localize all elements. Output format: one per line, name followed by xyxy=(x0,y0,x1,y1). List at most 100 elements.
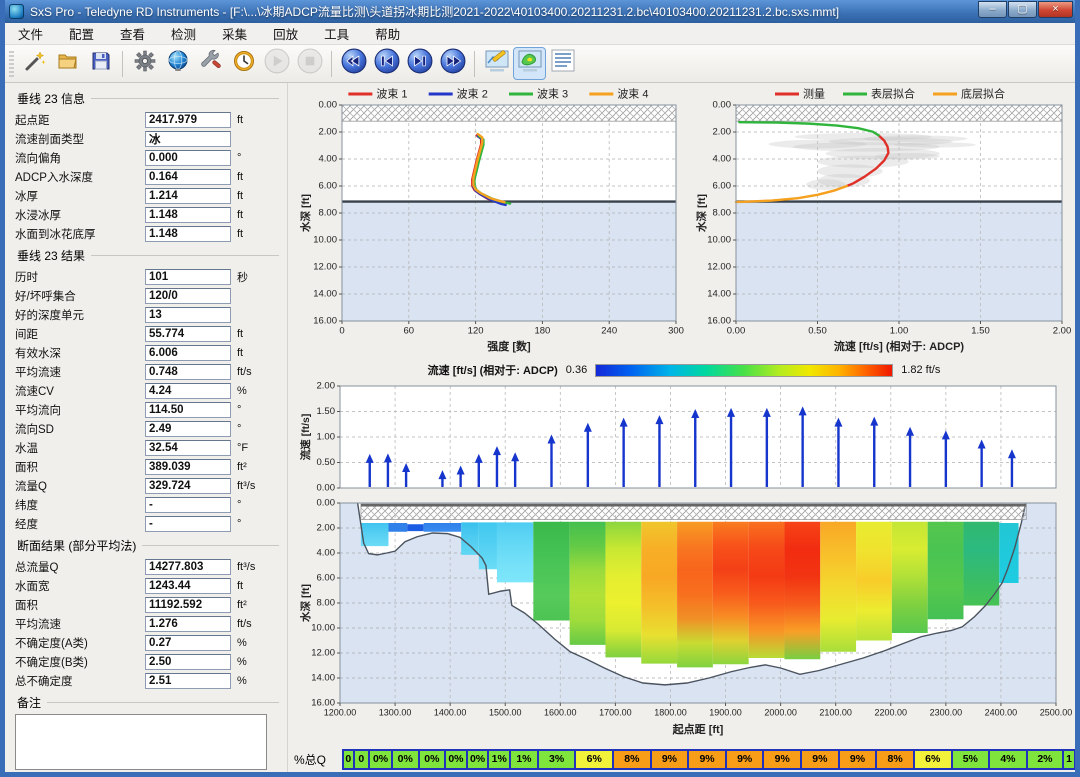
pct-q-cell: 0 xyxy=(344,751,353,768)
field-value[interactable]: - xyxy=(145,516,231,532)
field-value[interactable]: 冰 xyxy=(145,131,231,147)
svg-text:10.00: 10.00 xyxy=(311,623,335,634)
field-label: 水面宽 xyxy=(15,578,145,594)
menu-采集[interactable]: 采集 xyxy=(209,21,260,46)
svg-text:8.00: 8.00 xyxy=(319,208,338,219)
field-value[interactable]: 2.51 xyxy=(145,673,231,689)
field-value[interactable]: 1.148 xyxy=(145,226,231,242)
menu-帮助[interactable]: 帮助 xyxy=(362,21,413,46)
step-forward-icon xyxy=(407,48,433,79)
charts-area: 流速 [ft/s] (相对于: ADCP) 0.36 1.82 ft/s %总Q… xyxy=(287,83,1075,772)
minimize-button[interactable]: – xyxy=(978,1,1007,18)
svg-text:波束 3: 波束 3 xyxy=(537,87,568,100)
pct-q-cell: 5% xyxy=(953,751,989,768)
pct-q-label: %总Q xyxy=(294,751,342,768)
field-value[interactable]: 14277.803 xyxy=(145,559,231,575)
svg-text:0.00: 0.00 xyxy=(727,326,746,337)
window-title: SxS Pro - Teledyne RD Instruments - [F:\… xyxy=(30,3,978,20)
field-unit: °F xyxy=(237,442,248,454)
svg-text:0.00: 0.00 xyxy=(319,100,338,111)
svg-text:底层拟合: 底层拟合 xyxy=(961,86,1005,100)
field-value[interactable]: 1.276 xyxy=(145,616,231,632)
stop-icon xyxy=(297,48,323,79)
menubar: 文件配置查看检测采集回放工具帮助 xyxy=(5,23,1075,45)
view-contour-button[interactable] xyxy=(514,48,545,79)
save-button[interactable] xyxy=(85,48,116,79)
svg-text:10.00: 10.00 xyxy=(313,235,337,246)
menu-回放[interactable]: 回放 xyxy=(260,21,311,46)
notes-box[interactable] xyxy=(15,714,267,770)
field-value[interactable]: 2.50 xyxy=(145,654,231,670)
field-label: 间距 xyxy=(15,326,145,342)
wrench-button[interactable] xyxy=(195,48,226,79)
field-value[interactable]: 389.039 xyxy=(145,459,231,475)
field-label: 历时 xyxy=(15,269,145,285)
field-value[interactable]: 2.49 xyxy=(145,421,231,437)
menu-配置[interactable]: 配置 xyxy=(56,21,107,46)
field-label: 流速剖面类型 xyxy=(15,131,145,147)
wizard-button[interactable] xyxy=(19,48,50,79)
field-unit: ft³/s xyxy=(237,480,255,492)
menu-工具[interactable]: 工具 xyxy=(311,21,362,46)
globe-button[interactable] xyxy=(162,48,193,79)
colorbar-max: 1.82 ft/s xyxy=(901,364,940,376)
field-value[interactable]: 0.164 xyxy=(145,169,231,185)
svg-text:1300.00: 1300.00 xyxy=(379,707,412,717)
field-row: ADCP入水深度0.164ft xyxy=(15,167,287,186)
svg-text:波束 1: 波束 1 xyxy=(376,87,407,100)
field-value[interactable]: 32.54 xyxy=(145,440,231,456)
step-forward-button[interactable] xyxy=(404,48,435,79)
rewind-button[interactable] xyxy=(338,48,369,79)
close-button[interactable]: × xyxy=(1038,1,1073,18)
svg-text:1.50: 1.50 xyxy=(971,326,990,337)
field-value[interactable]: - xyxy=(145,497,231,513)
view-text-button[interactable] xyxy=(547,48,578,79)
field-label: 总不确定度 xyxy=(15,673,145,689)
field-value[interactable]: 55.774 xyxy=(145,326,231,342)
svg-text:水深 [ft]: 水深 [ft] xyxy=(695,194,708,233)
svg-text:6.00: 6.00 xyxy=(317,573,336,584)
fast-forward-icon xyxy=(440,48,466,79)
field-value[interactable]: 0.748 xyxy=(145,364,231,380)
view-edit-button[interactable] xyxy=(481,48,512,79)
velocity-contour-chart: 0.002.004.006.008.0010.0012.0014.0016.00… xyxy=(294,497,1074,747)
field-value[interactable]: 2417.979 xyxy=(145,112,231,128)
svg-text:14.00: 14.00 xyxy=(707,289,731,300)
fast-forward-button[interactable] xyxy=(437,48,468,79)
step-back-button[interactable] xyxy=(371,48,402,79)
field-value[interactable]: 101 xyxy=(145,269,231,285)
field-unit: ft/s xyxy=(237,366,252,378)
velocity-profile-chart: 0.002.004.006.008.0010.0012.0014.0016.00… xyxy=(690,85,1074,361)
open-folder-button[interactable] xyxy=(52,48,83,79)
notes-label: 备注 xyxy=(17,694,287,711)
field-value[interactable]: 114.50 xyxy=(145,402,231,418)
menu-检测[interactable]: 检测 xyxy=(158,21,209,46)
gear-button[interactable] xyxy=(129,48,160,79)
field-unit: ft xyxy=(237,347,243,359)
clock-button[interactable] xyxy=(228,48,259,79)
svg-text:6.00: 6.00 xyxy=(713,181,732,192)
menu-查看[interactable]: 查看 xyxy=(107,21,158,46)
field-value[interactable]: 1.148 xyxy=(145,207,231,223)
menu-文件[interactable]: 文件 xyxy=(5,21,56,46)
field-value[interactable]: 0.27 xyxy=(145,635,231,651)
field-value[interactable]: 329.724 xyxy=(145,478,231,494)
field-row: 平均流速1.276ft/s xyxy=(15,614,287,633)
svg-text:4.00: 4.00 xyxy=(713,154,732,165)
field-value[interactable]: 1.214 xyxy=(145,188,231,204)
maximize-button[interactable]: ▢ xyxy=(1008,1,1037,18)
svg-text:0.00: 0.00 xyxy=(317,498,336,509)
field-value[interactable]: 4.24 xyxy=(145,383,231,399)
svg-text:4.00: 4.00 xyxy=(319,154,338,165)
field-value[interactable]: 11192.592 xyxy=(145,597,231,613)
field-unit: ft xyxy=(237,114,243,126)
field-value[interactable]: 13 xyxy=(145,307,231,323)
field-value[interactable]: 0.000 xyxy=(145,150,231,166)
field-value[interactable]: 120/0 xyxy=(145,288,231,304)
toolbar-drag-handle[interactable] xyxy=(9,51,14,77)
field-row: 流速CV4.24% xyxy=(15,381,287,400)
svg-text:2500.00: 2500.00 xyxy=(1040,707,1073,717)
field-value[interactable]: 1243.44 xyxy=(145,578,231,594)
field-label: 不确定度(A类) xyxy=(15,635,145,651)
field-value[interactable]: 6.006 xyxy=(145,345,231,361)
